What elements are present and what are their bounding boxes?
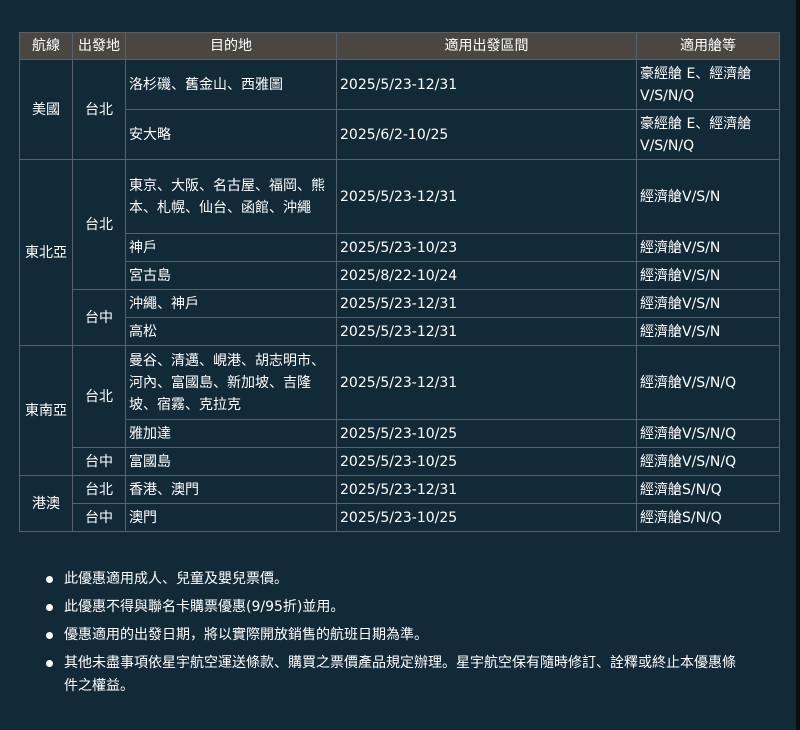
origin-cell: 台北 — [72, 345, 126, 448]
fare-table: 航線 出發地 目的地 適用出發區間 適用艙等 美國 台北 洛杉磯、舊金山、西雅圖… — [19, 32, 780, 532]
table-header-row: 航線 出發地 目的地 適用出發區間 適用艙等 — [19, 32, 780, 60]
table-row: 安大略 2025/6/2-10/25 豪經艙 E、經濟艙V/S/N/Q — [20, 109, 780, 160]
period-cell: 2025/5/23-10/23 — [336, 233, 637, 262]
route-cell: 東南亞 — [19, 345, 73, 476]
origin-cell: 台中 — [72, 447, 126, 476]
note-text: 其他未盡事項依星宇航空運送條款、購買之票價產品規定辦理。星宇航空保有隨時修訂、詮… — [64, 655, 736, 694]
header-route: 航線 — [19, 32, 73, 60]
cabin-cell: 經濟艙S/N/Q — [636, 503, 780, 532]
destination-cell: 沖繩、神戶 — [125, 289, 337, 318]
destination-cell: 東京、大阪、名古屋、福岡、熊本、札幌、仙台、函館、沖繩 — [125, 159, 337, 234]
table-row: 東南亞 台北 曼谷、清邁、峴港、胡志明市、河內、富國島、新加坡、吉隆坡、宿霧、克… — [19, 345, 780, 476]
header-period: 適用出發區間 — [336, 32, 637, 60]
period-cell: 2025/8/22-10/24 — [336, 261, 637, 290]
cabin-cell: 經濟艙V/S/N — [636, 317, 780, 346]
destination-cell: 富國島 — [125, 447, 337, 476]
destination-cell: 安大略 — [125, 109, 337, 160]
table-row: 港澳 台北 香港、澳門 2025/5/23-12/31 經濟艙S/N/Q — [19, 475, 780, 532]
bullet-icon — [46, 604, 53, 611]
cabin-cell: 經濟艙V/S/N/Q — [636, 345, 780, 420]
destination-cell: 雅加達 — [125, 419, 337, 448]
bullet-icon — [46, 660, 53, 667]
origin-cell: 台中 — [72, 289, 126, 346]
origin-cell: 台北 — [72, 475, 126, 504]
cabin-cell: 經濟艙V/S/N — [636, 233, 780, 262]
cabin-cell: 經濟艙V/S/N/Q — [636, 419, 780, 448]
header-destination: 目的地 — [125, 32, 337, 60]
list-item: 優惠適用的出發日期，將以實際開放銷售的航班日期為準。 — [46, 624, 746, 647]
destination-cell: 曼谷、清邁、峴港、胡志明市、河內、富國島、新加坡、吉隆坡、宿霧、克拉克 — [125, 345, 337, 420]
destination-cell: 香港、澳門 — [125, 475, 337, 504]
origin-cell: 台北 — [72, 159, 126, 290]
period-cell: 2025/5/23-12/31 — [336, 317, 637, 346]
period-cell: 2025/6/2-10/25 — [336, 109, 637, 160]
note-text: 此優惠適用成人、兒童及嬰兒票價。 — [64, 571, 288, 587]
bullet-icon — [46, 576, 53, 583]
table-row: 台中 澳門 2025/5/23-10/25 經濟艙S/N/Q — [20, 503, 780, 532]
header-cabin: 適用艙等 — [636, 32, 780, 60]
cabin-cell: 經濟艙S/N/Q — [636, 475, 780, 504]
route-cell: 東北亞 — [19, 159, 73, 346]
cabin-cell: 經濟艙V/S/N — [636, 159, 780, 234]
table-row: 宮古島 2025/8/22-10/24 經濟艙V/S/N — [20, 261, 780, 290]
bullet-icon — [46, 632, 53, 639]
route-cell: 港澳 — [19, 475, 73, 532]
cabin-cell: 經濟艙V/S/N/Q — [636, 447, 780, 476]
cabin-cell: 豪經艙 E、經濟艙V/S/N/Q — [636, 109, 780, 160]
destination-cell: 高松 — [125, 317, 337, 346]
list-item: 其他未盡事項依星宇航空運送條款、購買之票價產品規定辦理。星宇航空保有隨時修訂、詮… — [46, 652, 746, 698]
route-cell: 美國 — [19, 59, 73, 160]
destination-cell: 澳門 — [125, 503, 337, 532]
cabin-cell: 經濟艙V/S/N — [636, 289, 780, 318]
destination-cell: 神戶 — [125, 233, 337, 262]
period-cell: 2025/5/23-10/25 — [336, 503, 637, 532]
period-cell: 2025/5/23-12/31 — [336, 59, 637, 110]
list-item: 此優惠適用成人、兒童及嬰兒票價。 — [46, 568, 746, 591]
period-cell: 2025/5/23-12/31 — [336, 289, 637, 318]
cabin-cell: 豪經艙 E、經濟艙V/S/N/Q — [636, 59, 780, 110]
destination-cell: 洛杉磯、舊金山、西雅圖 — [125, 59, 337, 110]
note-text: 優惠適用的出發日期，將以實際開放銷售的航班日期為準。 — [64, 627, 428, 643]
note-text: 此優惠不得與聯名卡購票優惠(9/95折)並用。 — [64, 599, 345, 615]
cabin-cell: 經濟艙V/S/N — [636, 261, 780, 290]
table-row: 美國 台北 洛杉磯、舊金山、西雅圖 2025/5/23-12/31 豪經艙 E、… — [19, 59, 780, 160]
destination-cell: 宮古島 — [125, 261, 337, 290]
origin-cell: 台北 — [72, 59, 126, 160]
table-row: 東北亞 台北 東京、大阪、名古屋、福岡、熊本、札幌、仙台、函館、沖繩 2025/… — [19, 159, 780, 346]
table-row: 台中 富國島 2025/5/23-10/25 經濟艙V/S/N/Q — [20, 447, 780, 476]
period-cell: 2025/5/23-12/31 — [336, 345, 637, 420]
page-edge — [796, 0, 800, 730]
table-row: 高松 2025/5/23-12/31 經濟艙V/S/N — [20, 317, 780, 346]
origin-cell: 台中 — [72, 503, 126, 532]
period-cell: 2025/5/23-12/31 — [336, 475, 637, 504]
period-cell: 2025/5/23-10/25 — [336, 447, 637, 476]
period-cell: 2025/5/23-10/25 — [336, 419, 637, 448]
terms-list: 此優惠適用成人、兒童及嬰兒票價。 此優惠不得與聯名卡購票優惠(9/95折)並用。… — [46, 568, 746, 703]
table-row: 雅加達 2025/5/23-10/25 經濟艙V/S/N/Q — [20, 419, 780, 448]
list-item: 此優惠不得與聯名卡購票優惠(9/95折)並用。 — [46, 596, 746, 619]
table-row: 神戶 2025/5/23-10/23 經濟艙V/S/N — [20, 233, 780, 262]
period-cell: 2025/5/23-12/31 — [336, 159, 637, 234]
table-row: 台中 沖繩、神戶 2025/5/23-12/31 經濟艙V/S/N — [20, 289, 780, 346]
header-origin: 出發地 — [72, 32, 126, 60]
